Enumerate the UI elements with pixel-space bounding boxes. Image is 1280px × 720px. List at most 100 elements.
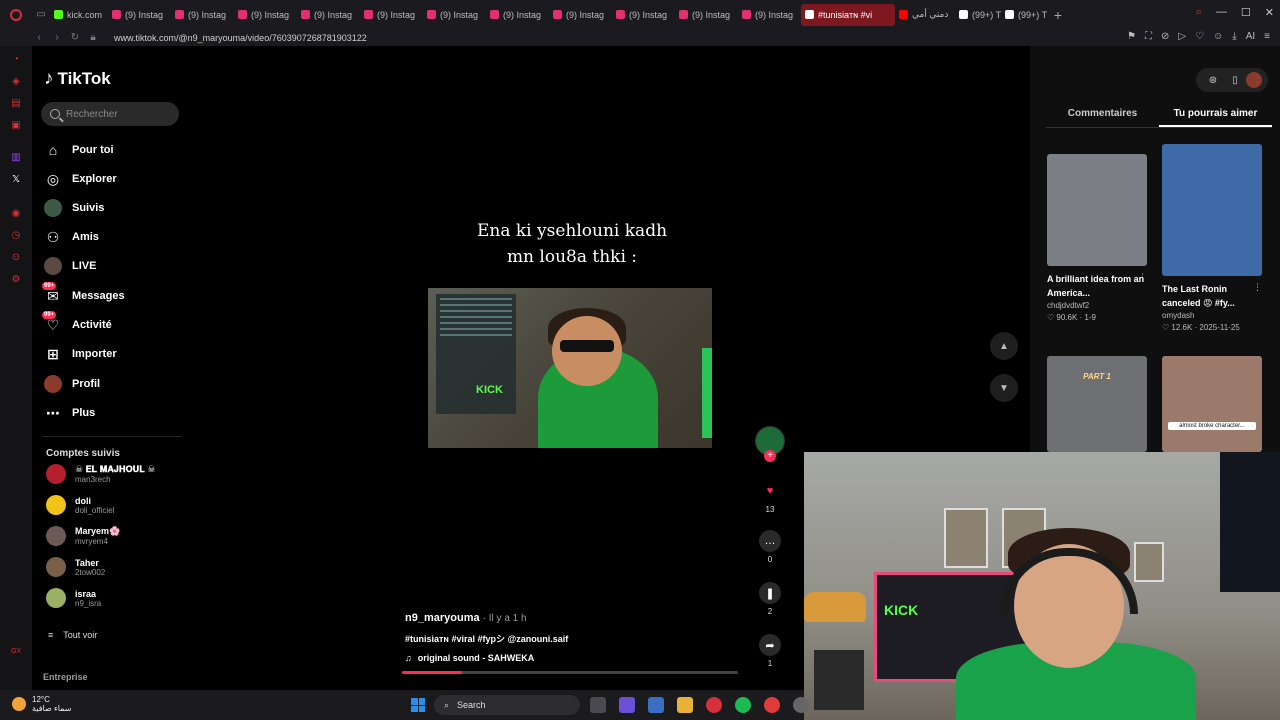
comment-button[interactable]: … 0 xyxy=(752,530,788,564)
opera-logo-icon[interactable] xyxy=(0,0,32,29)
suggested-video-card[interactable]: PART 1 xyxy=(1047,356,1147,452)
nav-following[interactable]: Suivis xyxy=(44,198,104,218)
video-thumbnail[interactable]: almost broke character... xyxy=(1162,356,1262,452)
player-icon[interactable]: ▷ xyxy=(1178,31,1186,42)
app-icon[interactable] xyxy=(793,697,809,713)
nav-messages[interactable]: ✉ 99+ Messages xyxy=(42,282,125,306)
tiktok-logo[interactable]: ♪ TikTok xyxy=(44,68,111,90)
maximize-button[interactable]: ☐ xyxy=(1241,6,1251,19)
follow-plus-icon[interactable]: + xyxy=(764,450,776,462)
video-hashtags[interactable]: #tunisiaᴛɴ #viral #fypシ @zanouni.saif xyxy=(405,632,568,645)
browser-tab[interactable]: (9) Instag xyxy=(360,4,423,26)
minimize-button[interactable]: — xyxy=(1216,6,1227,19)
store-icon[interactable] xyxy=(648,697,664,713)
browser-tab[interactable]: (9) Instag xyxy=(549,4,612,26)
reload-button[interactable]: ↻ xyxy=(66,32,84,43)
video-thumbnail[interactable] xyxy=(1047,154,1147,266)
next-video-button[interactable]: ▼ xyxy=(990,374,1018,402)
followed-account[interactable]: doli doli_officiel xyxy=(46,495,114,515)
file-explorer-icon[interactable] xyxy=(677,697,693,713)
followed-account[interactable]: Maryem🌸 mvryem4 xyxy=(46,526,120,546)
task-view-icon[interactable] xyxy=(590,697,606,713)
x-icon[interactable]: 𝕏 xyxy=(10,174,22,186)
browser-tab[interactable]: (9) Instag xyxy=(675,4,738,26)
video-progress-bar[interactable] xyxy=(402,671,738,674)
browser-tab[interactable]: دمتي أمي xyxy=(895,4,955,26)
media-icon[interactable]: ▣ xyxy=(10,120,22,132)
taskbar-search[interactable]: ⌕ Search xyxy=(434,695,580,715)
nav-friends[interactable]: ⚇ Amis xyxy=(44,227,99,247)
bookmark-icon[interactable]: ⚑ xyxy=(1127,31,1136,42)
search-box[interactable] xyxy=(41,102,179,126)
user-avatar[interactable] xyxy=(1246,72,1262,88)
browser-tab[interactable]: (9) Instag xyxy=(171,4,234,26)
nav-more[interactable]: ⋯ Plus xyxy=(44,403,95,423)
suggested-video-card[interactable]: almost broke character... xyxy=(1162,356,1262,452)
device-icon[interactable]: ▯ xyxy=(1224,75,1246,86)
spotify-icon[interactable] xyxy=(735,697,751,713)
nav-profile[interactable]: Profil xyxy=(44,374,100,394)
see-all-button[interactable]: ≡ Tout voir xyxy=(48,630,97,640)
adblock-icon[interactable]: ⊘ xyxy=(1161,31,1169,42)
weather-widget[interactable]: 12°C سماء صافية xyxy=(12,695,72,713)
history-icon[interactable]: ◷ xyxy=(10,230,22,242)
browser-tab[interactable]: kick.com xyxy=(50,4,108,26)
browser-tab[interactable]: (9) Instag xyxy=(234,4,297,26)
tab-comments[interactable]: Commentaires xyxy=(1046,106,1159,127)
followed-account[interactable]: Taher 2tow002 xyxy=(46,557,105,577)
windows-start-icon[interactable] xyxy=(411,698,425,712)
browser-tab[interactable]: (9) Instag xyxy=(486,4,549,26)
followed-account[interactable]: ☠ 𝐄𝐋 𝐌𝐀𝐉𝐇𝐎𝐔𝐋 ☠ man3rech xyxy=(46,464,155,484)
nav-activity[interactable]: ♡ 99+ Activité xyxy=(42,311,112,335)
pin-icon[interactable]: ⊙ xyxy=(10,252,22,264)
share-button[interactable]: ➦ 1 xyxy=(752,634,788,668)
gx-icon[interactable]: GX xyxy=(10,646,22,658)
video-frame[interactable]: KICK xyxy=(428,288,712,448)
video-thumbnail[interactable] xyxy=(1162,144,1262,276)
browser-tab[interactable]: (99+) TikT xyxy=(955,4,1001,26)
opera-taskbar-icon[interactable] xyxy=(706,697,722,713)
nav-explore[interactable]: ◎ Explorer xyxy=(44,169,117,189)
browser-tab[interactable]: (9) Instag xyxy=(738,4,801,26)
like-button[interactable]: ♥ 13 xyxy=(752,480,788,514)
tab-search-icon[interactable]: ⌕ xyxy=(1196,6,1202,19)
chat-icon[interactable]: ▤ xyxy=(10,98,22,110)
compass-small-icon[interactable]: ⊛ xyxy=(1202,75,1224,86)
save-button[interactable]: ❚ 2 xyxy=(752,582,788,616)
menu-icon[interactable]: ≡ xyxy=(1264,31,1270,42)
snapshot-icon[interactable]: ⛶ xyxy=(1145,31,1152,42)
browser-tab[interactable]: (9) Instag xyxy=(423,4,486,26)
video-thumbnail[interactable]: PART 1 xyxy=(1047,356,1147,452)
close-window-button[interactable]: ✕ xyxy=(1265,6,1274,19)
browser-tab[interactable]: (99+) TikT xyxy=(1001,4,1047,26)
video-sound[interactable]: ♫ original sound - SAHWEKA xyxy=(405,653,534,663)
tab-overview-icon[interactable]: ▭ xyxy=(32,0,50,29)
nav-live[interactable]: LIVE xyxy=(44,256,96,276)
bag-icon[interactable]: ◈ xyxy=(10,76,22,88)
tab-suggested[interactable]: Tu pourrais aimer xyxy=(1159,106,1272,127)
browser-tab[interactable]: (9) Instag xyxy=(297,4,360,26)
search-input[interactable] xyxy=(66,108,166,120)
nav-upload[interactable]: ⊞ Importer xyxy=(44,344,117,364)
video-author[interactable]: n9_maryouma xyxy=(405,612,480,624)
more-options-icon[interactable]: ⋮ xyxy=(1253,282,1262,293)
company-link[interactable]: Entreprise xyxy=(43,672,88,682)
new-tab-button[interactable]: + xyxy=(1047,7,1069,23)
browser-tab[interactable]: (9) Instag xyxy=(108,4,171,26)
followed-account[interactable]: israa n9_isra xyxy=(46,588,101,608)
app-icon[interactable] xyxy=(764,697,780,713)
browser-tab[interactable]: (9) Instag xyxy=(612,4,675,26)
settings-icon[interactable]: ⚙ xyxy=(10,274,22,286)
creator-avatar-button[interactable]: + xyxy=(752,426,788,462)
suggested-video-card[interactable]: A brilliant idea from an America... ⋮ chdj… xyxy=(1047,154,1147,322)
ai-icon[interactable]: AI xyxy=(1246,31,1255,42)
download-icon[interactable]: ⤓ xyxy=(1232,31,1236,42)
nav-for-you[interactable]: ⌂ Pour toi xyxy=(44,140,114,160)
twitch-icon[interactable]: ▥ xyxy=(10,152,22,164)
back-button[interactable]: ‹ xyxy=(30,32,48,43)
forward-button[interactable]: › xyxy=(48,32,66,43)
player-sidebar-icon[interactable]: ◉ xyxy=(10,208,22,220)
favorite-icon[interactable]: ♡ xyxy=(1195,31,1204,42)
copilot-icon[interactable] xyxy=(619,697,635,713)
browser-tab[interactable]: #tunisiaᴛɴ #vi xyxy=(801,3,895,26)
